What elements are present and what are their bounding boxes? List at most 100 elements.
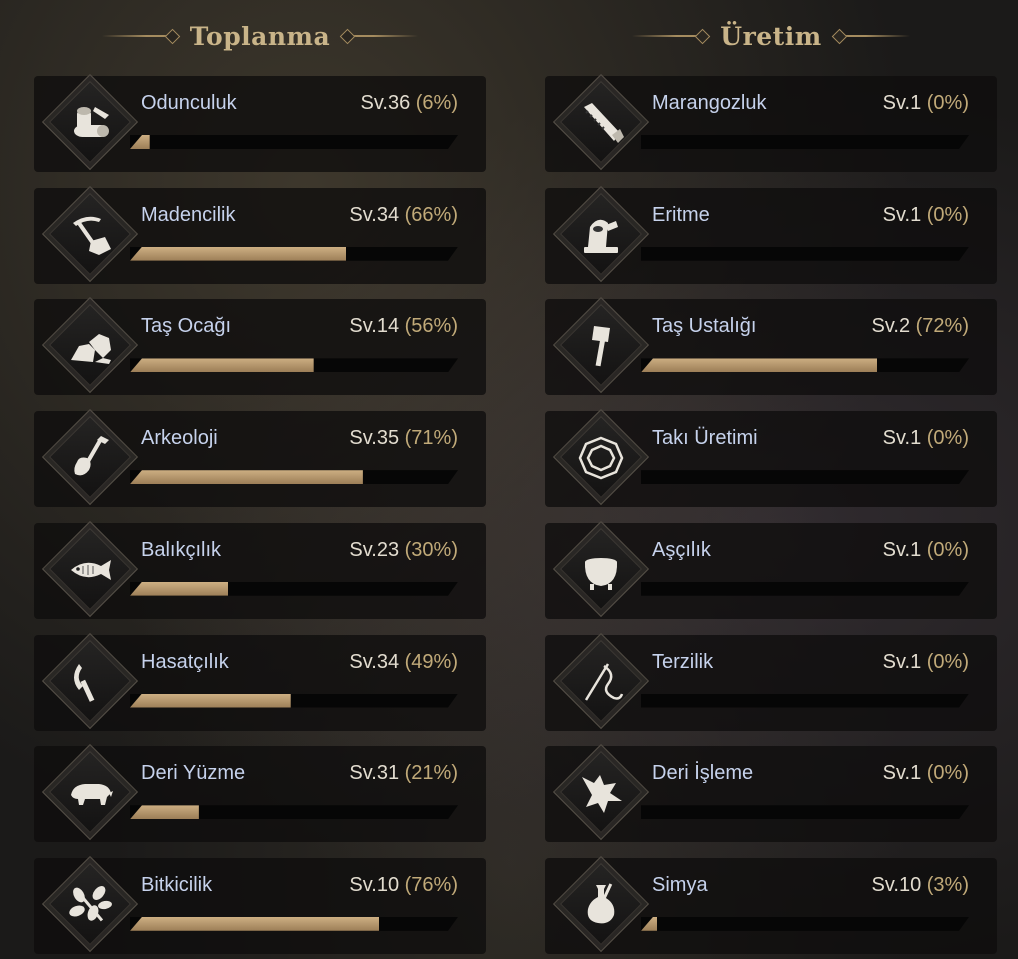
skill-level: Sv.34 (49%) — [349, 651, 458, 674]
skill-name: Marangozluk — [652, 92, 767, 114]
skill-level: Sv.1 (0%) — [883, 92, 969, 115]
skill-name: Deri İşleme — [652, 762, 754, 785]
skill-percent: (21%) — [404, 762, 458, 785]
skill-name: Terzilik — [652, 650, 714, 673]
hide-icon — [569, 760, 633, 824]
skill-card[interactable]: Aşçılık Sv.1 (0%) — [545, 520, 997, 619]
progress-fill — [130, 694, 291, 708]
gathering-title: Toplanma — [189, 21, 331, 51]
skill-card[interactable]: Balıkçılık Sv.23 (30%) — [34, 520, 486, 619]
crafting-column: Üretim Marangozluk Sv.1 (0%) Eritme Sv.1 (0… — [545, 0, 997, 954]
skill-card[interactable]: Bitkicilik Sv.10 (76%) — [34, 855, 486, 954]
skill-card[interactable]: Simya Sv.10 (3%) — [545, 855, 997, 954]
skill-level: Sv.31 (21%) — [349, 762, 458, 785]
skill-level-value: Sv.10 — [349, 873, 400, 896]
skill-card[interactable]: Taş Ocağı Sv.14 (56%) — [34, 297, 486, 396]
saw-icon — [569, 90, 633, 154]
gathering-column: Toplanma Odunculuk Sv.36 (6%) Madencilik Sv… — [34, 0, 486, 954]
progress-bar — [641, 805, 969, 819]
skill-level: Sv.35 (71%) — [349, 427, 458, 450]
crafting-title: Üretim — [720, 21, 822, 51]
logs-icon — [58, 90, 122, 154]
sickle-icon — [58, 649, 122, 713]
progress-bar — [130, 582, 458, 596]
rocks-icon — [58, 313, 122, 377]
skill-card[interactable]: Deri Yüzme Sv.31 (21%) — [34, 744, 486, 843]
header-ornament-right — [344, 35, 419, 37]
skill-level: Sv.10 (3%) — [872, 874, 969, 897]
skill-name: Aşçılık — [652, 538, 711, 561]
gathering-header: Toplanma — [34, 0, 486, 72]
skill-level-value: Sv.34 — [349, 650, 400, 673]
header-ornament-left — [101, 35, 176, 37]
header-ornament-left — [632, 35, 707, 37]
hammer-icon — [569, 313, 633, 377]
skill-percent: (49%) — [404, 650, 458, 673]
progress-fill — [130, 247, 346, 261]
skill-level-value: Sv.35 — [349, 427, 400, 450]
skill-card[interactable]: Deri İşleme Sv.1 (0%) — [545, 744, 997, 843]
progress-bar — [641, 917, 969, 931]
progress-bar — [130, 135, 458, 149]
skill-level-value: Sv.1 — [882, 92, 922, 114]
skill-level-value: Sv.1 — [882, 203, 922, 226]
skill-name: Simya — [652, 873, 708, 896]
progress-bar — [641, 135, 969, 149]
skill-card[interactable]: Arkeoloji Sv.35 (71%) — [34, 409, 486, 508]
pickaxe-icon — [58, 202, 122, 266]
progress-bar — [641, 582, 969, 596]
skill-card[interactable]: Takı Üretimi Sv.1 (0%) — [545, 409, 997, 508]
skill-card[interactable]: Eritme Sv.1 (0%) — [545, 185, 997, 284]
skill-name: Deri Yüzme — [141, 762, 246, 785]
skill-level: Sv.2 (72%) — [872, 315, 969, 338]
progress-fill — [130, 358, 314, 372]
skill-level: Sv.34 (66%) — [349, 204, 458, 227]
skill-percent: (66%) — [404, 203, 458, 226]
skill-percent: (0%) — [926, 427, 969, 450]
skill-level-value: Sv.31 — [349, 762, 400, 785]
needle-icon — [569, 649, 633, 713]
progress-fill — [130, 470, 363, 484]
skill-level: Sv.23 (30%) — [349, 539, 458, 562]
skill-name: Arkeoloji — [141, 427, 218, 450]
progress-bar — [641, 358, 969, 372]
skill-percent: (0%) — [926, 762, 969, 785]
progress-fill — [641, 358, 877, 372]
skill-name: Takı Üretimi — [652, 427, 758, 450]
furnace-icon — [569, 202, 633, 266]
skill-percent: (0%) — [926, 650, 969, 673]
skill-card[interactable]: Madencilik Sv.34 (66%) — [34, 185, 486, 284]
crafting-header: Üretim — [545, 0, 997, 72]
skill-name: Odunculuk — [141, 92, 237, 114]
skill-level-value: Sv.10 — [871, 873, 922, 896]
progress-bar — [130, 694, 458, 708]
skill-name: Taş Ocağı — [141, 315, 232, 338]
progress-bar — [641, 247, 969, 261]
skill-name: Eritme — [652, 203, 710, 226]
skill-percent: (6%) — [415, 92, 458, 114]
progress-bar — [641, 694, 969, 708]
progress-fill — [130, 135, 150, 149]
skill-level-value: Sv.1 — [882, 762, 922, 785]
progress-fill — [641, 917, 657, 931]
header-ornament-right — [835, 35, 910, 37]
skill-card[interactable]: Marangozluk Sv.1 (0%) — [545, 73, 997, 172]
skill-level: Sv.1 (0%) — [883, 651, 969, 674]
skill-card[interactable]: Hasatçılık Sv.34 (49%) — [34, 632, 486, 731]
skill-percent: (71%) — [404, 427, 458, 450]
skill-level: Sv.36 (6%) — [361, 92, 458, 115]
gem-icon — [569, 425, 633, 489]
fish-icon — [58, 537, 122, 601]
skill-percent: (30%) — [404, 538, 458, 561]
skill-level-value: Sv.1 — [882, 650, 922, 673]
skill-card[interactable]: Terzilik Sv.1 (0%) — [545, 632, 997, 731]
skill-level-value: Sv.14 — [349, 315, 400, 338]
skill-level-value: Sv.34 — [349, 203, 400, 226]
skill-card[interactable]: Odunculuk Sv.36 (6%) — [34, 73, 486, 172]
skill-card[interactable]: Taş Ustalığı Sv.2 (72%) — [545, 297, 997, 396]
cauldron-icon — [569, 537, 633, 601]
skill-level: Sv.10 (76%) — [349, 874, 458, 897]
skill-percent: (0%) — [926, 92, 969, 114]
skill-level-value: Sv.1 — [882, 427, 922, 450]
progress-bar — [641, 470, 969, 484]
